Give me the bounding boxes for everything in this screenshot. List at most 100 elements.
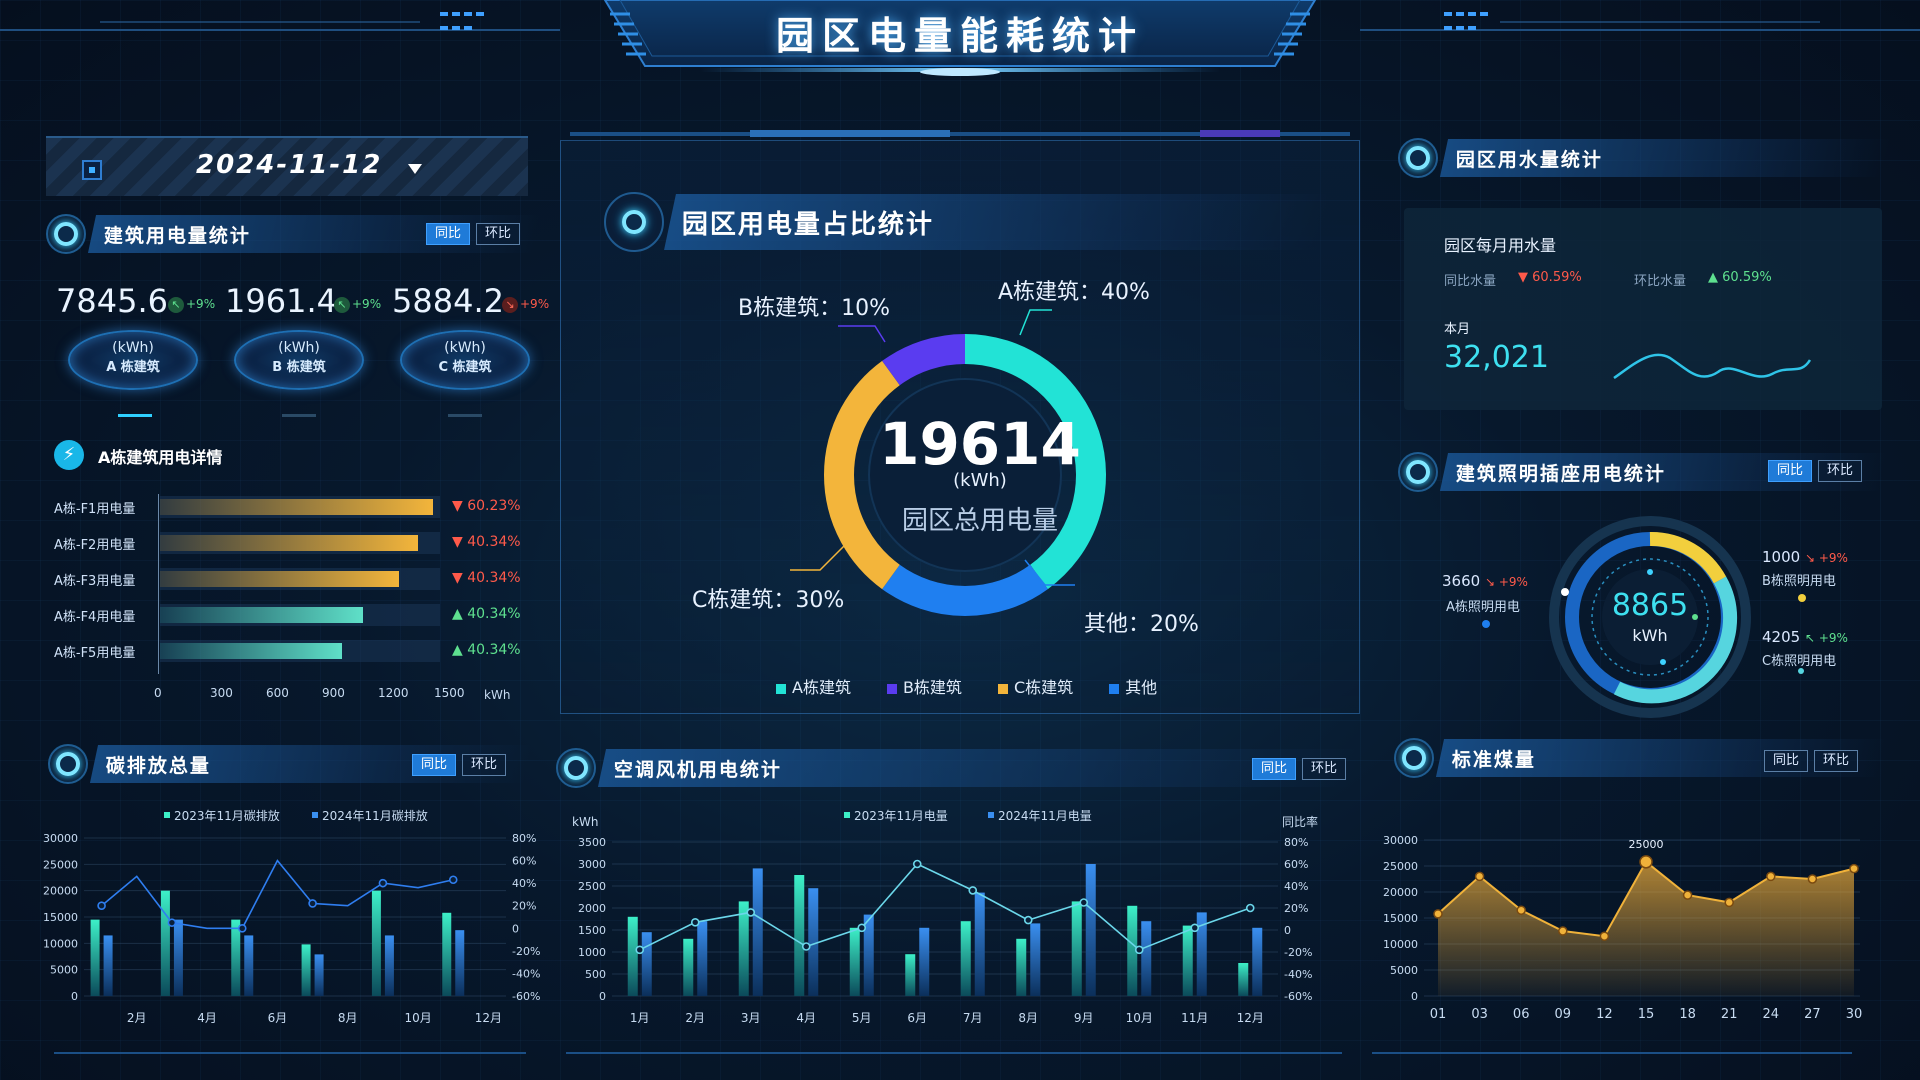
disc-unit: (kWh) xyxy=(112,340,154,356)
leader-b xyxy=(838,325,886,343)
disc-unit: (kWh) xyxy=(278,340,320,356)
section-title: 建筑照明插座用电统计 xyxy=(1456,462,1667,485)
toggle-mom[interactable]: 环比 xyxy=(1302,758,1347,780)
x-tick-label: 4月 xyxy=(796,1011,816,1025)
bar-axis-tick: 0 xyxy=(154,686,162,700)
lighting-center-unit: kWh xyxy=(1632,626,1668,645)
y2-tick-label: 80% xyxy=(1284,836,1308,849)
section-ring-icon xyxy=(1398,452,1438,492)
area-point xyxy=(1599,931,1610,941)
share-total: 19614 xyxy=(879,410,1081,478)
toggle-mom[interactable]: 环比 xyxy=(1814,750,1859,772)
chevron-down-icon[interactable] xyxy=(408,164,422,174)
bar-pct: ▼ 60.23% xyxy=(452,498,521,514)
trend-point xyxy=(97,901,106,911)
legend-item-c[interactable]: C栋建筑 xyxy=(997,674,1073,698)
bar-track xyxy=(160,640,440,662)
bar xyxy=(1141,921,1152,996)
y2-tick-label: 60% xyxy=(1284,858,1308,871)
y-axis-label: kWh xyxy=(572,815,598,829)
legend-item-a[interactable]: A栋建筑 xyxy=(776,674,851,698)
legend-label: 2024年11月电量 xyxy=(998,809,1092,823)
toggle-mom[interactable]: 环比 xyxy=(462,754,507,776)
bar-axis-unit: kWh xyxy=(484,688,511,702)
x-tick-label: 4月 xyxy=(197,1011,217,1025)
section-title: 园区用水量统计 xyxy=(1456,148,1604,171)
y-tick-label: 3500 xyxy=(578,836,606,849)
y2-tick-label: 40% xyxy=(512,877,536,890)
toggle-mom[interactable]: 环比 xyxy=(1818,460,1863,482)
section-ring-icon xyxy=(46,214,86,254)
lighting-b-name: B栋照明用电 xyxy=(1762,574,1836,589)
dot-a xyxy=(1482,620,1490,628)
share-panel-topbar xyxy=(570,130,1350,137)
bar xyxy=(683,938,694,996)
x-tick-label: 11月 xyxy=(1181,1011,1208,1025)
toggle-yoy[interactable]: 同比 xyxy=(1764,750,1809,772)
bar xyxy=(90,919,100,996)
bar xyxy=(641,932,652,996)
a-detail-title: A栋建筑用电详情 xyxy=(98,448,223,467)
toggle-yoy[interactable]: 同比 xyxy=(426,223,471,245)
building-a-disc: (kWh) A 栋建筑 xyxy=(68,330,198,390)
x-tick-label: 27 xyxy=(1804,1007,1821,1022)
stat-c-pct: +9% xyxy=(520,297,550,311)
x-tick-label: 18 xyxy=(1679,1007,1696,1022)
legend-label: 2024年11月碳排放 xyxy=(322,808,428,823)
bar-fill xyxy=(160,643,342,659)
trend-point xyxy=(1079,898,1089,907)
y-tick-label: 0 xyxy=(599,990,606,1003)
x-tick-label: 9月 xyxy=(1074,1011,1094,1025)
lighting-b-value: 1000 ↘ +9% xyxy=(1762,548,1848,566)
area-point xyxy=(1766,871,1776,882)
legend-label: 2023年11月碳排放 xyxy=(174,808,280,823)
trend-point xyxy=(1245,903,1255,913)
legend-swatch xyxy=(312,812,318,818)
water-card: 园区每月用水量 同比水量 ▼ 60.59% 环比水量 ▲ 60.59% 本月 3… xyxy=(1404,208,1882,410)
trend-point xyxy=(690,918,700,927)
donut-slice-b xyxy=(882,334,966,386)
bar-label: A栋-F5用电量 xyxy=(54,646,136,661)
x-tick-label: 12 xyxy=(1596,1007,1613,1022)
x-tick-label: 3月 xyxy=(741,1011,761,1025)
carbon-chart: 0 5000 10000 15000 20000 25000 30000 -60% -40% -2… xyxy=(43,808,540,1025)
y-tick-label: 3000 xyxy=(578,858,606,871)
y-tick-label: 20000 xyxy=(1383,886,1418,899)
section-title: 空调风机用电统计 xyxy=(614,758,783,781)
trend-point xyxy=(1134,945,1144,955)
bar xyxy=(849,927,860,996)
toggle-mom[interactable]: 环比 xyxy=(476,223,521,245)
bar-label: A栋-F1用电量 xyxy=(54,502,136,517)
stat-c-value: 5884.2 xyxy=(392,282,504,320)
y-tick-label: 15000 xyxy=(1383,912,1418,925)
bar-track xyxy=(160,604,440,626)
area-point xyxy=(1807,874,1818,884)
disc-name: B 栋建筑 xyxy=(272,360,326,375)
toggle-yoy[interactable]: 同比 xyxy=(412,754,457,776)
y-tick-label: 0 xyxy=(71,990,78,1003)
toggle-yoy[interactable]: 同比 xyxy=(1252,758,1297,780)
y2-tick-label: -40% xyxy=(512,967,540,980)
y-tick-label: 2000 xyxy=(578,902,606,915)
trend-line xyxy=(101,859,454,930)
divider xyxy=(566,1052,1342,1054)
bar xyxy=(173,919,183,996)
y-tick-label: 5000 xyxy=(1390,964,1418,977)
bar-axis-tick: 600 xyxy=(266,686,289,700)
legend-item-other[interactable]: 其他 xyxy=(1109,674,1157,698)
toggle-yoy[interactable]: 同比 xyxy=(1768,460,1813,482)
y-tick-label: 15000 xyxy=(43,911,78,924)
legend-item-b[interactable]: B栋建筑 xyxy=(886,674,962,698)
bar-fill xyxy=(160,535,418,551)
bar xyxy=(627,916,638,996)
trend-down-icon: ↘ xyxy=(502,297,518,313)
y2-tick-label: -40% xyxy=(1284,968,1312,981)
building-b-disc: (kWh) B 栋建筑 xyxy=(234,330,364,390)
y-tick-label: 1000 xyxy=(578,946,606,959)
section-ring-icon xyxy=(1398,138,1438,178)
y2-axis-label: 同比率 xyxy=(1282,814,1318,829)
page-title: 园区电量能耗统计 xyxy=(775,14,1144,58)
date-picker[interactable]: 2024-11-12 xyxy=(46,136,528,196)
area-point xyxy=(1682,890,1693,900)
x-tick-label: 01 xyxy=(1430,1007,1447,1022)
